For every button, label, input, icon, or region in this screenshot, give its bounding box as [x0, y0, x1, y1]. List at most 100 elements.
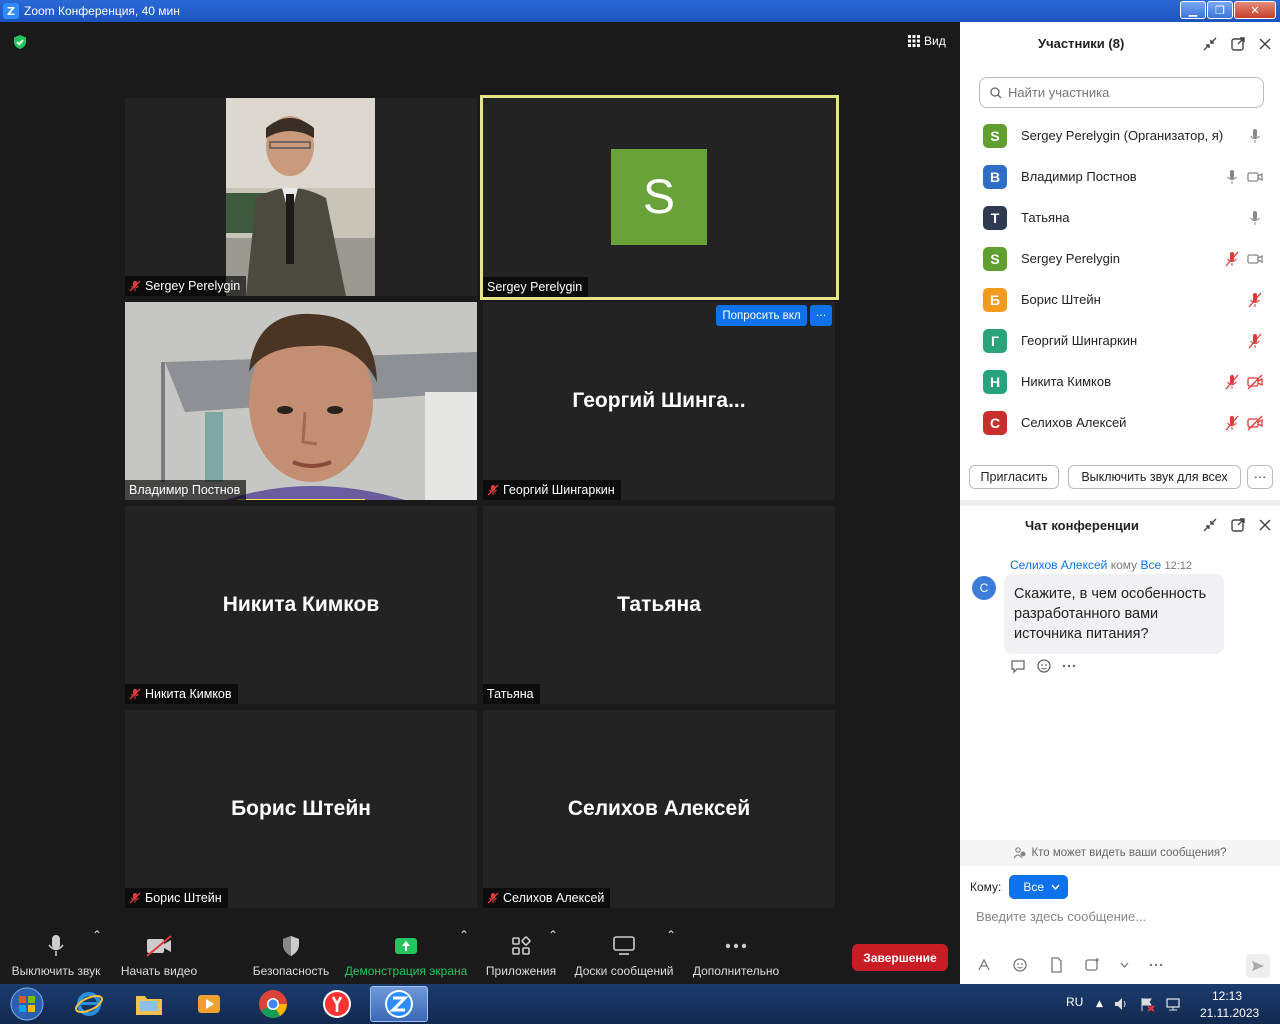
video-tile-boris[interactable]: Борис Штейн Борис Штейн: [125, 710, 477, 908]
whiteboards-button[interactable]: Доски сообщений: [572, 928, 676, 978]
participant-name: Борис Штейн: [1021, 292, 1101, 307]
share-screen-button[interactable]: Демонстрация экрана: [344, 928, 468, 978]
chevron-down-icon[interactable]: [1120, 962, 1129, 968]
video-tile-georgiy[interactable]: Георгий Шинга... Попросить вкл ··· Георг…: [483, 302, 835, 500]
collapse-icon[interactable]: [1202, 517, 1218, 533]
audio-options-caret[interactable]: ⌃: [92, 928, 102, 942]
view-button[interactable]: Вид: [908, 34, 946, 48]
mic-muted-icon[interactable]: [1224, 374, 1240, 390]
chat-visibility-bar[interactable]: Кто может видеть ваши сообщения?: [960, 840, 1280, 866]
action-center-flag-icon[interactable]: [1139, 996, 1155, 1012]
video-tile-sergey-camera[interactable]: Sergey Perelygin: [125, 98, 477, 296]
recipient-dropdown[interactable]: Все: [1009, 875, 1069, 899]
clock-time[interactable]: 12:13: [1212, 989, 1242, 1003]
participant-row[interactable]: Н Никита Кимков: [960, 361, 1280, 402]
collapse-icon[interactable]: [1202, 36, 1218, 52]
camera-off-icon[interactable]: [1247, 415, 1263, 431]
camera-icon[interactable]: [1247, 169, 1263, 185]
mic-muted-icon: [129, 688, 141, 700]
taskbar-zoom[interactable]: [370, 986, 428, 1022]
mute-button[interactable]: Выключить звук: [10, 928, 102, 978]
participant-row[interactable]: Г Георгий Шингаркин: [960, 320, 1280, 361]
format-text-icon[interactable]: [976, 957, 992, 973]
video-tile-vladimir-camera[interactable]: Владимир Постнов: [125, 302, 477, 500]
video-tile-sergey-avatar[interactable]: S Sergey Perelygin: [480, 95, 839, 300]
participant-row[interactable]: С Селихов Алексей: [960, 402, 1280, 443]
language-indicator[interactable]: RU: [1066, 995, 1083, 1009]
participant-row[interactable]: S Sergey Perelygin: [960, 238, 1280, 279]
camera-icon[interactable]: [1247, 251, 1263, 267]
start-video-button[interactable]: Начать видео: [120, 928, 198, 978]
taskbar-chrome[interactable]: [246, 986, 300, 1022]
chat-sender[interactable]: Селихов Алексей: [1010, 558, 1107, 572]
taskbar-explorer[interactable]: [122, 986, 176, 1022]
video-tile-selikhov[interactable]: Селихов Алексей Селихов Алексей: [483, 710, 835, 908]
tray-expand-icon[interactable]: ▲: [1096, 999, 1103, 1009]
invite-button[interactable]: Пригласить: [969, 465, 1059, 489]
mute-all-button[interactable]: Выключить звук для всех: [1068, 465, 1241, 489]
participant-row[interactable]: Т Татьяна: [960, 197, 1280, 238]
chat-recipient[interactable]: Все: [1140, 558, 1161, 572]
video-tile-tatyana[interactable]: Татьяна Татьяна: [483, 506, 835, 704]
participants-more-button[interactable]: ···: [1247, 465, 1273, 489]
mic-muted-icon[interactable]: [1247, 292, 1263, 308]
whiteboard-options-caret[interactable]: ⌃: [666, 928, 676, 942]
participant-search[interactable]: [979, 77, 1264, 108]
volume-icon[interactable]: [1113, 996, 1129, 1012]
tile-more-button[interactable]: ···: [810, 305, 832, 326]
search-input[interactable]: [1008, 85, 1248, 100]
file-icon[interactable]: [1048, 957, 1064, 973]
more-dots-icon[interactable]: [1149, 963, 1163, 967]
video-tile-nikita[interactable]: Никита Кимков Никита Кимков: [125, 506, 477, 704]
emoji-reaction-icon[interactable]: [1036, 658, 1052, 674]
reply-icon[interactable]: [1010, 658, 1026, 674]
more-dots-icon[interactable]: [1062, 664, 1076, 668]
taskbar-internet-explorer[interactable]: [62, 986, 116, 1022]
taskbar-yandex[interactable]: [310, 986, 364, 1022]
apps-button[interactable]: Приложения: [484, 928, 558, 978]
camera-off-icon[interactable]: [1247, 374, 1263, 390]
tile-name-label: Sergey Perelygin: [483, 277, 589, 297]
security-button[interactable]: Безопасность: [252, 928, 330, 978]
avatar: S: [983, 246, 1007, 271]
windows-logo-icon: [10, 987, 44, 1021]
tile-name-label: Селихов Алексей: [483, 888, 611, 908]
microphone-icon[interactable]: [1224, 169, 1240, 185]
mic-muted-icon: [487, 892, 499, 904]
more-button[interactable]: Дополнительно: [690, 928, 782, 978]
taskbar-media-player[interactable]: [182, 986, 236, 1022]
whiteboard-icon: [613, 936, 635, 955]
avatar: Н: [983, 369, 1007, 394]
close-window-button[interactable]: ✕: [1234, 1, 1276, 19]
encryption-shield-icon[interactable]: [12, 34, 28, 50]
chat-input[interactable]: Введите здесь сообщение...: [976, 909, 1146, 924]
end-meeting-button[interactable]: Завершение: [852, 944, 948, 971]
participant-row[interactable]: В Владимир Постнов: [960, 156, 1280, 197]
participant-row[interactable]: Б Борис Штейн: [960, 279, 1280, 320]
ask-unmute-button[interactable]: Попросить вкл: [716, 305, 807, 326]
mic-muted-icon[interactable]: [1247, 333, 1263, 349]
minimize-button[interactable]: ▁: [1180, 1, 1206, 19]
close-icon[interactable]: [1258, 37, 1272, 51]
popout-icon[interactable]: [1230, 517, 1246, 533]
clock-date[interactable]: 21.11.2023: [1200, 1006, 1259, 1020]
start-button[interactable]: [2, 986, 52, 1022]
share-options-caret[interactable]: ⌃: [459, 928, 469, 942]
avatar: В: [983, 164, 1007, 189]
close-icon[interactable]: [1258, 518, 1272, 532]
mic-muted-icon[interactable]: [1224, 251, 1240, 267]
microphone-icon[interactable]: [1247, 210, 1263, 226]
microphone-icon[interactable]: [1247, 128, 1263, 144]
emoji-icon[interactable]: [1012, 957, 1028, 973]
tile-name-label: Никита Кимков: [125, 684, 238, 704]
network-icon[interactable]: [1165, 996, 1181, 1012]
send-button[interactable]: [1246, 954, 1270, 978]
participant-name: Sergey Perelygin (Организатор, я): [1021, 128, 1224, 143]
screenshot-icon[interactable]: [1084, 957, 1100, 973]
apps-options-caret[interactable]: ⌃: [548, 928, 558, 942]
mic-muted-icon[interactable]: [1224, 415, 1240, 431]
microphone-icon: [48, 935, 64, 956]
maximize-button[interactable]: ❐: [1207, 1, 1233, 19]
popout-icon[interactable]: [1230, 36, 1246, 52]
participant-row[interactable]: S Sergey Perelygin (Организатор, я): [960, 115, 1280, 156]
